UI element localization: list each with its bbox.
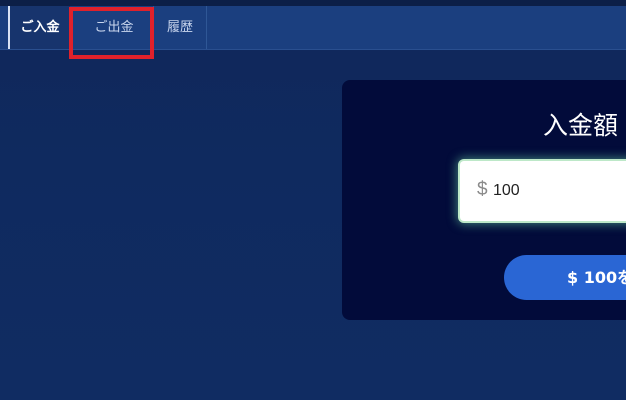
tab-divider: [206, 6, 207, 49]
deposit-card: 入金額 $ $ 100を: [342, 80, 626, 320]
tab-history[interactable]: 履歴: [154, 6, 206, 49]
tab-deposit[interactable]: ご入金: [8, 6, 70, 49]
tab-bar: ご入金 ご出金 履歴: [0, 6, 626, 50]
amount-input[interactable]: [493, 177, 626, 205]
deposit-amount-title: 入金額: [543, 111, 619, 140]
dollar-sign-icon: $: [477, 179, 488, 200]
amount-field[interactable]: $: [460, 161, 626, 221]
tab-withdraw[interactable]: ご出金: [80, 6, 148, 49]
deposit-submit-button[interactable]: $ 100を: [504, 255, 626, 300]
page: ご入金 ご出金 履歴 入金額 $ $ 100を: [0, 0, 626, 400]
